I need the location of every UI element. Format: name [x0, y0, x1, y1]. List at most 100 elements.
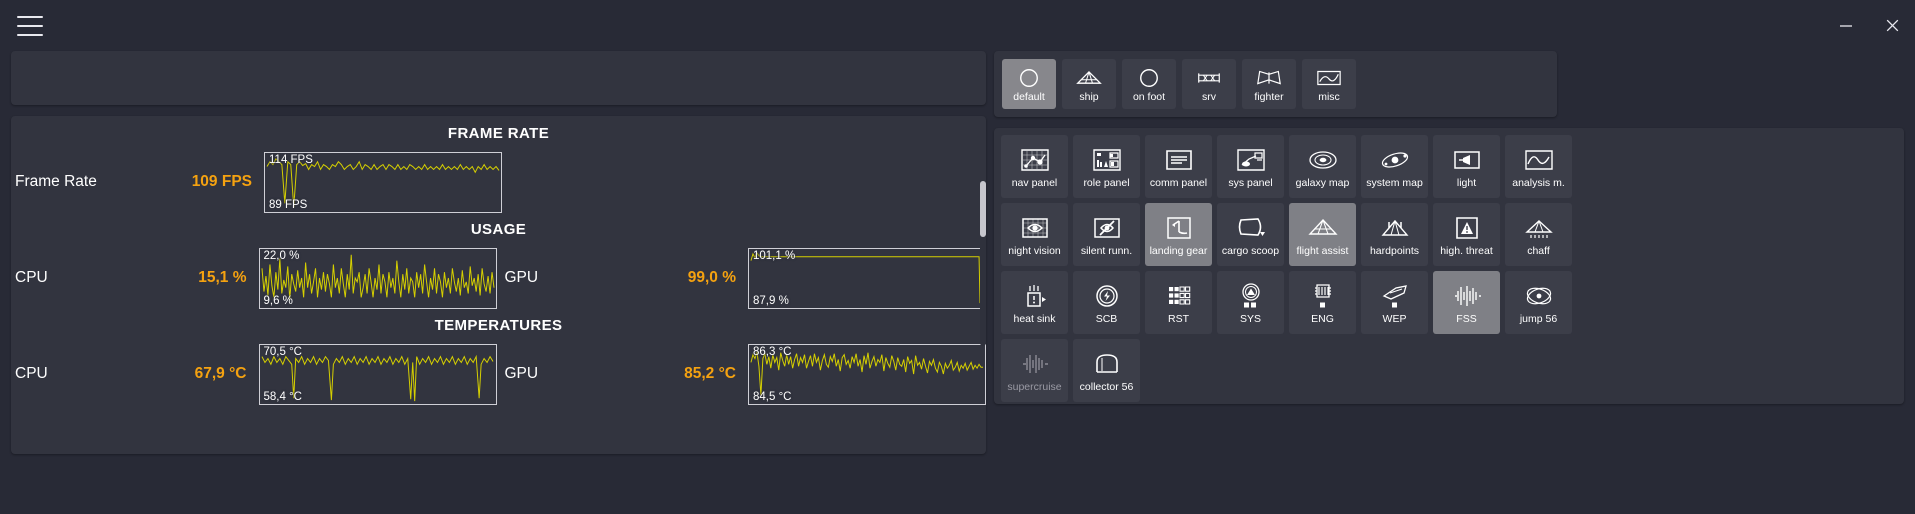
button-collector-limpet[interactable]: collector 56	[1073, 339, 1140, 402]
gpu-usage-label: GPU	[504, 269, 539, 286]
button-light-label: light	[1456, 176, 1477, 189]
button-collector-limpet-label: collector 56	[1079, 380, 1134, 393]
button-nav-panel[interactable]: nav panel	[1001, 135, 1068, 198]
heat-sink-icon	[1020, 281, 1050, 311]
button-silent-running[interactable]: silent runn.	[1073, 203, 1140, 266]
cpu-usage-graph-min: 9,6 %	[263, 294, 293, 307]
srv-icon	[1195, 66, 1223, 90]
gpu-temp-value: 85,2 °C	[684, 365, 736, 382]
tab-ship[interactable]: ship	[1062, 59, 1116, 109]
minimize-button[interactable]	[1823, 0, 1869, 51]
button-light[interactable]: light	[1433, 135, 1500, 198]
button-sys-panel[interactable]: sys panel	[1217, 135, 1284, 198]
button-comm-panel[interactable]: comm panel	[1145, 135, 1212, 198]
jump-icon	[1524, 281, 1554, 311]
tab-misc[interactable]: misc	[1302, 59, 1356, 109]
button-jump[interactable]: jump 56	[1505, 271, 1572, 334]
tab-misc-label: misc	[1318, 90, 1340, 103]
analysis-mode-icon	[1524, 145, 1554, 175]
button-fss[interactable]: FSS	[1433, 271, 1500, 334]
cpu-usage-graph: 22,0 % 9,6 %	[258, 247, 497, 309]
misc-icon	[1316, 66, 1342, 90]
reset-pips-icon	[1164, 281, 1194, 311]
button-role-panel[interactable]: role panel	[1073, 135, 1140, 198]
tab-default[interactable]: default	[1002, 59, 1056, 109]
button-jump-label: jump 56	[1519, 312, 1558, 325]
button-eng-pips[interactable]: ENG	[1289, 271, 1356, 334]
galaxy-map-icon	[1308, 145, 1338, 175]
frame-rate-graph-max: 114 FPS	[269, 153, 313, 166]
gpu-temp-graph-max: 86,3 °C	[753, 345, 792, 358]
button-silent-running-label: silent runn.	[1080, 244, 1133, 257]
tab-srv-label: srv	[1202, 90, 1216, 103]
button-galaxy-map[interactable]: galaxy map	[1289, 135, 1356, 198]
button-chaff[interactable]: chaff	[1505, 203, 1572, 266]
close-button[interactable]	[1869, 0, 1915, 51]
night-vision-icon	[1020, 213, 1050, 243]
cpu-temp-stat: CPU 67,9 °C 70,5 °C 58,4 °C	[15, 341, 497, 407]
frame-rate-value: 109 FPS	[191, 173, 252, 190]
flight-assist-icon	[1308, 213, 1338, 243]
button-supercruise-label: supercruise	[1007, 380, 1062, 393]
scrollbar-thumb[interactable]	[980, 181, 986, 237]
button-fss-label: FSS	[1456, 312, 1477, 325]
button-highest-threat[interactable]: high. threat	[1433, 203, 1500, 266]
gpu-usage-value: 99,0 %	[687, 269, 736, 286]
cpu-usage-label: CPU	[15, 269, 48, 286]
frame-rate-row: Frame Rate 109 FPS 114 FPS 89 FPS	[11, 149, 986, 215]
button-scb-label: SCB	[1095, 312, 1118, 325]
hardpoints-icon	[1380, 213, 1410, 243]
button-cargo-scoop[interactable]: cargo scoop	[1217, 203, 1284, 266]
button-heat-sink[interactable]: heat sink	[1001, 271, 1068, 334]
button-role-panel-label: role panel	[1083, 176, 1130, 189]
button-eng-pips-label: ENG	[1311, 312, 1334, 325]
cpu-usage-graph-max: 22,0 %	[263, 249, 300, 262]
button-landing-gear[interactable]: landing gear	[1145, 203, 1212, 266]
window-controls	[1823, 0, 1915, 51]
button-supercruise[interactable]: supercruise	[1001, 339, 1068, 402]
system-map-icon	[1380, 145, 1410, 175]
button-night-vision-label: night vision	[1008, 244, 1061, 257]
button-cargo-scoop-label: cargo scoop	[1221, 244, 1280, 257]
cpu-temp-label: CPU	[15, 365, 48, 382]
panel-scrollbar[interactable]	[980, 181, 986, 346]
button-rst[interactable]: RST	[1145, 271, 1212, 334]
tab-ship-label: ship	[1079, 90, 1099, 103]
fighter-icon	[1255, 66, 1283, 90]
hamburger-line	[17, 33, 43, 36]
button-highest-threat-label: high. threat	[1440, 244, 1493, 257]
fss-icon	[1452, 281, 1482, 311]
frame-rate-graph: 114 FPS 89 FPS	[264, 151, 502, 213]
landing-gear-icon	[1164, 213, 1194, 243]
button-nav-panel-label: nav panel	[1011, 176, 1058, 189]
gpu-usage-stat: GPU 99,0 % 101,1 % 87,9 %	[504, 245, 986, 311]
cpu-usage-stat: CPU 15,1 % 22,0 % 9,6 %	[15, 245, 497, 311]
cpu-temp-graph-max: 70,5 °C	[263, 345, 302, 358]
controls-column: default ship on foot srv fighter misc na…	[994, 51, 1904, 404]
hamburger-menu-icon[interactable]	[17, 15, 43, 36]
button-flight-assist[interactable]: flight assist	[1289, 203, 1356, 266]
button-analysis-mode[interactable]: analysis m.	[1505, 135, 1572, 198]
cpu-temp-value: 67,9 °C	[194, 365, 247, 382]
button-system-map[interactable]: system map	[1361, 135, 1428, 198]
button-analysis-mode-label: analysis m.	[1512, 176, 1565, 189]
button-sys-pips[interactable]: SYS	[1217, 271, 1284, 334]
tab-srv[interactable]: srv	[1182, 59, 1236, 109]
tab-fighter[interactable]: fighter	[1242, 59, 1296, 109]
tab-on-foot-label: on foot	[1132, 90, 1166, 103]
frame-rate-section-title: FRAME RATE	[447, 125, 550, 142]
button-night-vision[interactable]: night vision	[1001, 203, 1068, 266]
circle-icon	[1018, 66, 1040, 90]
sys-pips-icon	[1236, 281, 1266, 311]
button-wep-pips[interactable]: WEP	[1361, 271, 1428, 334]
button-scb[interactable]: SCB	[1073, 271, 1140, 334]
frame-rate-label: Frame Rate	[15, 173, 97, 190]
button-chaff-label: chaff	[1527, 244, 1550, 257]
tab-on-foot[interactable]: on foot	[1122, 59, 1176, 109]
light-icon	[1452, 145, 1482, 175]
cpu-usage-value: 15,1 %	[198, 269, 247, 286]
button-rst-label: RST	[1168, 312, 1189, 325]
cpu-temp-graph-min: 58,4 °C	[263, 390, 302, 403]
button-hardpoints-label: hardpoints	[1369, 244, 1420, 257]
button-hardpoints[interactable]: hardpoints	[1361, 203, 1428, 266]
